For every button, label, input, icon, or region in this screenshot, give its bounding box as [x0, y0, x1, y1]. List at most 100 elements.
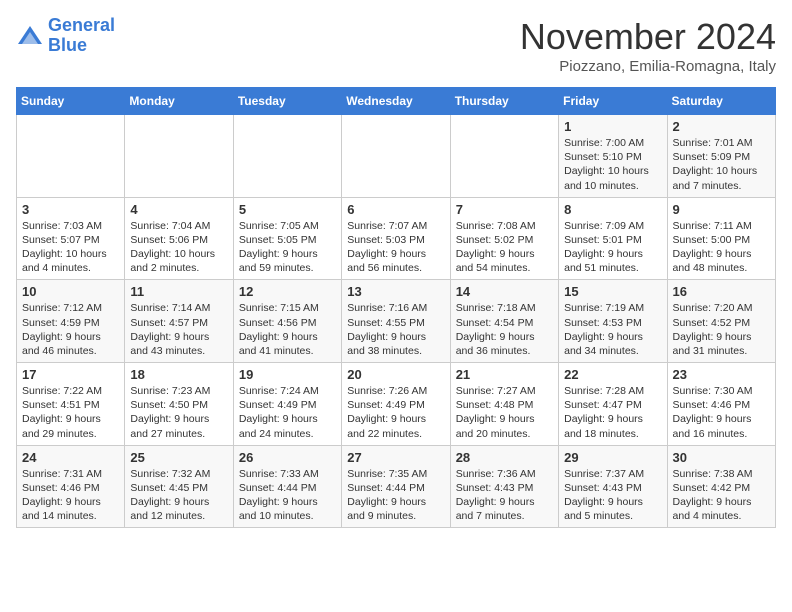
calendar-cell: 18Sunrise: 7:23 AM Sunset: 4:50 PM Dayli… — [125, 363, 233, 446]
day-info: Sunrise: 7:30 AM Sunset: 4:46 PM Dayligh… — [673, 384, 770, 441]
day-number: 3 — [22, 202, 119, 217]
calendar-cell: 22 Sunrise: 7:28 AM Sunset: 4:47 PM Dayli… — [559, 363, 667, 446]
day-info: Sunrise: 7:14 AM Sunset: 4:57 PM Dayligh… — [130, 301, 227, 358]
calendar-cell: 24 Sunrise: 7:31 AM Sunset: 4:46 PM Dayli… — [17, 445, 125, 528]
day-info: Sunrise: 7:07 AM Sunset: 5:03 PM Dayligh… — [347, 219, 444, 276]
day-number: 29 — [564, 450, 661, 465]
day-number: 8 — [564, 202, 661, 217]
calendar-cell: 15 Sunrise: 7:19 AM Sunset: 4:53 PM Dayli… — [559, 280, 667, 363]
calendar-cell: 23 Sunrise: 7:30 AM Sunset: 4:46 PM Dayli… — [667, 363, 775, 446]
day-info: Sunrise: 7:32 AM Sunset: 4:45 PM Dayligh… — [130, 467, 227, 524]
calendar-cell: 30 Sunrise: 7:38 AM Sunset: 4:42 PM Dayli… — [667, 445, 775, 528]
calendar-cell: 26 Sunrise: 7:33 AM Sunset: 4:44 PM Dayli… — [233, 445, 341, 528]
calendar-week-row: 3 Sunrise: 7:03 AM Sunset: 5:07 PM Daylig… — [17, 197, 776, 280]
calendar-cell — [342, 115, 450, 198]
day-info: Sunrise: 7:05 AM Sunset: 5:05 PM Dayligh… — [239, 219, 336, 276]
day-number: 12 — [239, 284, 336, 299]
calendar-cell — [125, 115, 233, 198]
calendar-week-row: 24 Sunrise: 7:31 AM Sunset: 4:46 PM Dayli… — [17, 445, 776, 528]
weekday-header-saturday: Saturday — [667, 88, 775, 115]
day-number: 27 — [347, 450, 444, 465]
calendar-week-row: 10 Sunrise: 7:12 AM Sunset: 4:59 PM Dayli… — [17, 280, 776, 363]
calendar-cell: 4Sunrise: 7:04 AM Sunset: 5:06 PM Daylig… — [125, 197, 233, 280]
weekday-header-wednesday: Wednesday — [342, 88, 450, 115]
day-number: 18 — [130, 367, 227, 382]
day-info: Sunrise: 7:33 AM Sunset: 4:44 PM Dayligh… — [239, 467, 336, 524]
day-info: Sunrise: 7:24 AM Sunset: 4:49 PM Dayligh… — [239, 384, 336, 441]
day-number: 1 — [564, 119, 661, 134]
calendar-cell: 3 Sunrise: 7:03 AM Sunset: 5:07 PM Daylig… — [17, 197, 125, 280]
day-info: Sunrise: 7:36 AM Sunset: 4:43 PM Dayligh… — [456, 467, 553, 524]
day-info: Sunrise: 7:19 AM Sunset: 4:53 PM Dayligh… — [564, 301, 661, 358]
calendar-cell — [233, 115, 341, 198]
day-info: Sunrise: 7:35 AM Sunset: 4:44 PM Dayligh… — [347, 467, 444, 524]
calendar-cell: 28 Sunrise: 7:36 AM Sunset: 4:43 PM Dayli… — [450, 445, 558, 528]
calendar-cell: 11Sunrise: 7:14 AM Sunset: 4:57 PM Dayli… — [125, 280, 233, 363]
title-block: November 2024 Piozzano, Emilia-Romagna, … — [520, 16, 776, 75]
weekday-header-monday: Monday — [125, 88, 233, 115]
calendar-cell: 16Sunrise: 7:20 AM Sunset: 4:52 PM Dayli… — [667, 280, 775, 363]
day-info: Sunrise: 7:09 AM Sunset: 5:01 PM Dayligh… — [564, 219, 661, 276]
location-subtitle: Piozzano, Emilia-Romagna, Italy — [520, 58, 776, 75]
day-number: 19 — [239, 367, 336, 382]
day-info: Sunrise: 7:01 AM Sunset: 5:09 PM Dayligh… — [673, 136, 770, 193]
day-number: 23 — [673, 367, 770, 382]
weekday-header-tuesday: Tuesday — [233, 88, 341, 115]
day-number: 14 — [456, 284, 553, 299]
day-number: 6 — [347, 202, 444, 217]
logo-blue: Blue — [48, 35, 87, 55]
weekday-header-thursday: Thursday — [450, 88, 558, 115]
calendar-week-row: 1Sunrise: 7:00 AM Sunset: 5:10 PM Daylig… — [17, 115, 776, 198]
calendar-cell: 12 Sunrise: 7:15 AM Sunset: 4:56 PM Dayli… — [233, 280, 341, 363]
day-info: Sunrise: 7:27 AM Sunset: 4:48 PM Dayligh… — [456, 384, 553, 441]
logo: General Blue — [16, 16, 115, 56]
day-info: Sunrise: 7:12 AM Sunset: 4:59 PM Dayligh… — [22, 301, 119, 358]
calendar-cell: 20 Sunrise: 7:26 AM Sunset: 4:49 PM Dayli… — [342, 363, 450, 446]
calendar-cell: 7Sunrise: 7:08 AM Sunset: 5:02 PM Daylig… — [450, 197, 558, 280]
day-info: Sunrise: 7:38 AM Sunset: 4:42 PM Dayligh… — [673, 467, 770, 524]
day-number: 22 — [564, 367, 661, 382]
calendar-cell: 10 Sunrise: 7:12 AM Sunset: 4:59 PM Dayli… — [17, 280, 125, 363]
calendar-cell: 1Sunrise: 7:00 AM Sunset: 5:10 PM Daylig… — [559, 115, 667, 198]
calendar-cell: 5 Sunrise: 7:05 AM Sunset: 5:05 PM Daylig… — [233, 197, 341, 280]
day-info: Sunrise: 7:18 AM Sunset: 4:54 PM Dayligh… — [456, 301, 553, 358]
calendar-cell: 14 Sunrise: 7:18 AM Sunset: 4:54 PM Dayli… — [450, 280, 558, 363]
day-number: 10 — [22, 284, 119, 299]
calendar-cell: 21Sunrise: 7:27 AM Sunset: 4:48 PM Dayli… — [450, 363, 558, 446]
day-number: 5 — [239, 202, 336, 217]
calendar-table: SundayMondayTuesdayWednesdayThursdayFrid… — [16, 87, 776, 528]
day-info: Sunrise: 7:08 AM Sunset: 5:02 PM Dayligh… — [456, 219, 553, 276]
calendar-cell: 19 Sunrise: 7:24 AM Sunset: 4:49 PM Dayli… — [233, 363, 341, 446]
day-number: 26 — [239, 450, 336, 465]
day-number: 24 — [22, 450, 119, 465]
calendar-cell: 29 Sunrise: 7:37 AM Sunset: 4:43 PM Dayli… — [559, 445, 667, 528]
calendar-cell: 25 Sunrise: 7:32 AM Sunset: 4:45 PM Dayli… — [125, 445, 233, 528]
day-number: 28 — [456, 450, 553, 465]
day-number: 2 — [673, 119, 770, 134]
day-info: Sunrise: 7:04 AM Sunset: 5:06 PM Dayligh… — [130, 219, 227, 276]
day-info: Sunrise: 7:15 AM Sunset: 4:56 PM Dayligh… — [239, 301, 336, 358]
weekday-header-sunday: Sunday — [17, 88, 125, 115]
logo-text: General Blue — [48, 16, 115, 56]
day-number: 25 — [130, 450, 227, 465]
calendar-cell: 8 Sunrise: 7:09 AM Sunset: 5:01 PM Daylig… — [559, 197, 667, 280]
day-info: Sunrise: 7:26 AM Sunset: 4:49 PM Dayligh… — [347, 384, 444, 441]
calendar-cell — [450, 115, 558, 198]
weekday-header-friday: Friday — [559, 88, 667, 115]
day-number: 30 — [673, 450, 770, 465]
month-title: November 2024 — [520, 16, 776, 58]
page-header: General Blue November 2024 Piozzano, Emi… — [16, 16, 776, 75]
day-info: Sunrise: 7:31 AM Sunset: 4:46 PM Dayligh… — [22, 467, 119, 524]
calendar-header: SundayMondayTuesdayWednesdayThursdayFrid… — [17, 88, 776, 115]
calendar-cell: 2 Sunrise: 7:01 AM Sunset: 5:09 PM Daylig… — [667, 115, 775, 198]
day-number: 16 — [673, 284, 770, 299]
day-number: 20 — [347, 367, 444, 382]
calendar-cell — [17, 115, 125, 198]
day-info: Sunrise: 7:11 AM Sunset: 5:00 PM Dayligh… — [673, 219, 770, 276]
day-info: Sunrise: 7:28 AM Sunset: 4:47 PM Dayligh… — [564, 384, 661, 441]
day-info: Sunrise: 7:37 AM Sunset: 4:43 PM Dayligh… — [564, 467, 661, 524]
day-info: Sunrise: 7:03 AM Sunset: 5:07 PM Dayligh… — [22, 219, 119, 276]
day-number: 15 — [564, 284, 661, 299]
logo-general: General — [48, 15, 115, 35]
calendar-cell: 17Sunrise: 7:22 AM Sunset: 4:51 PM Dayli… — [17, 363, 125, 446]
